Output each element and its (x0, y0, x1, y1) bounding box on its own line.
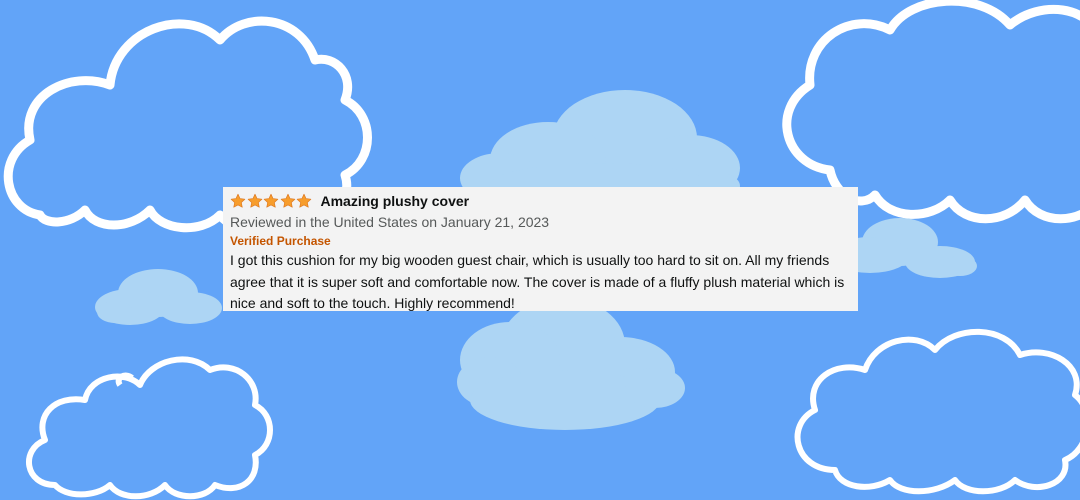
star-icon (296, 193, 312, 208)
review-title[interactable]: Amazing plushy cover (321, 193, 470, 209)
star-icon (263, 193, 279, 208)
review-card: Amazing plushy cover Reviewed in the Uni… (223, 187, 858, 311)
review-body: I got this cushion for my big wooden gue… (230, 252, 845, 311)
star-rating[interactable] (230, 193, 313, 209)
verified-purchase-badge: Verified Purchase (230, 234, 331, 248)
review-header: Amazing plushy cover (230, 190, 850, 212)
star-icon (247, 193, 262, 208)
star-icon (230, 193, 246, 208)
star-icon (280, 193, 295, 208)
review-date: Reviewed in the United States on January… (230, 214, 550, 230)
